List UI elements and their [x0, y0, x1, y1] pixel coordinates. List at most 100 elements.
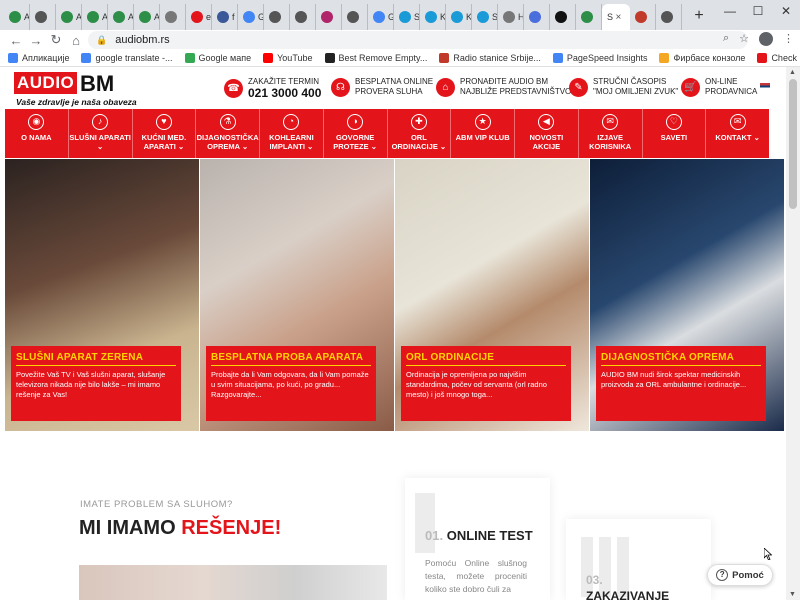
feature-tile[interactable]: DIJAGNOSTIČKA OPREMA AUDIO BM nudi širok …	[590, 159, 784, 431]
browser-tab[interactable]	[264, 4, 290, 30]
scheduling-card[interactable]: 03. ZAKAZIVANJE	[566, 519, 711, 600]
nav-icon: ◑	[347, 114, 364, 130]
nav-item[interactable]: ◀ NOVOSTI AKCIJE	[515, 109, 579, 158]
browser-tab[interactable]: Нов	[498, 4, 524, 30]
feature-tile[interactable]: BESPLATNA PROBA APARATA Probajte da li Va…	[200, 159, 394, 431]
feature-tiles: SLUŠNI APARAT ZERENA Povežite Vaš TV i Va…	[5, 159, 785, 431]
reload-button[interactable]: ↻	[46, 32, 66, 48]
help-button[interactable]: ? Pomoć	[707, 564, 773, 586]
bookmark-item[interactable]: Check Page Rank -...	[757, 53, 800, 63]
nav-item[interactable]: ★ ABM VIP KLUB	[451, 109, 515, 158]
browser-tab[interactable]: A	[134, 4, 160, 30]
nav-item[interactable]: ✉ IZJAVE KORISNIKA	[579, 109, 643, 158]
browser-tab[interactable]	[290, 4, 316, 30]
tab-favicon-icon	[399, 11, 411, 23]
tab-favicon-icon	[113, 11, 125, 23]
bookmark-label: Radio stanice Srbije...	[453, 53, 541, 63]
new-tab-button[interactable]: +	[688, 5, 710, 27]
nav-item[interactable]: ◑ GOVORNE PROTEZE ⌄	[324, 109, 388, 158]
header-contact-line1: BESPLATNA ONLINE	[355, 77, 434, 86]
menu-icon[interactable]: ⋮	[783, 32, 794, 46]
browser-tab[interactable]: G	[238, 4, 264, 30]
nav-label: KOHLEARNI IMPLANTI ⌄	[269, 133, 314, 151]
browser-tab[interactable]: S	[472, 4, 498, 30]
nav-item[interactable]: ♥ KUĆNI MED. APARATI ⌄	[133, 109, 197, 158]
browser-tab[interactable]: A	[56, 4, 82, 30]
nav-item[interactable]: ♡ SAVETI	[643, 109, 707, 158]
header-contact-icon: ☎	[224, 79, 243, 98]
tab-favicon-icon	[477, 11, 489, 23]
browser-tab[interactable]	[576, 4, 602, 30]
maximize-button[interactable]: ☐	[744, 0, 772, 22]
tab-close-icon[interactable]: ×	[616, 12, 622, 23]
home-button[interactable]: ⌂	[66, 33, 86, 48]
nav-label: GOVORNE PROTEZE ⌄	[333, 133, 378, 151]
header-contact-item[interactable]: 🛒 ON-LINE PRODAVNICA	[681, 77, 757, 97]
header-contact-item[interactable]: ☊ BESPLATNA ONLINE PROVERA SLUHA	[331, 77, 433, 97]
active-browser-tab[interactable]: S ×	[602, 4, 630, 30]
tile-caption: ORL ORDINACIJE Ordinacija je opremljena p…	[401, 346, 571, 421]
header-contact-icon: ⌂	[436, 77, 455, 97]
nav-item[interactable]: ◔ KOHLEARNI IMPLANTI ⌄	[260, 109, 324, 158]
browser-tab[interactable]: K	[420, 4, 446, 30]
browser-tab[interactable]	[550, 4, 576, 30]
bookmark-item[interactable]: PageSpeed Insights	[552, 53, 647, 63]
nav-icon: ◀	[538, 114, 555, 130]
browser-tab[interactable]	[524, 4, 550, 30]
browser-tab[interactable]	[160, 4, 186, 30]
address-bar[interactable]: 🔒 audiobm.rs	[88, 31, 748, 49]
tab-label: f	[232, 12, 235, 22]
nav-icon: ⚗	[219, 114, 236, 130]
bookmark-item[interactable]: Фирбасе конзоле	[659, 53, 745, 63]
bookmark-item[interactable]: Google мапе	[184, 53, 251, 63]
browser-tab[interactable]	[630, 4, 656, 30]
browser-tab[interactable]: A	[82, 4, 108, 30]
browser-tab[interactable]	[30, 4, 56, 30]
help-label: Pomoć	[732, 569, 764, 581]
online-test-card[interactable]: 01. ONLINE TEST Pomoću Online slušnog te…	[405, 478, 550, 600]
bookmark-item[interactable]: google translate -...	[81, 53, 173, 63]
tab-favicon-icon	[217, 11, 229, 23]
browser-tab[interactable]: K	[446, 4, 472, 30]
nav-item[interactable]: ♪ SLUŠNI APARATI ⌄	[69, 109, 133, 158]
browser-tab[interactable]	[656, 4, 682, 30]
feature-tile[interactable]: ORL ORDINACIJE Ordinacija je opremljena p…	[395, 159, 589, 431]
browser-tab[interactable]: f	[212, 4, 238, 30]
header-contact-item[interactable]: ✎ STRUČNI ČASOPIS "MOJ OMILJENI ZVUK"	[569, 77, 678, 97]
bookmark-item[interactable]: YouTube	[263, 53, 313, 63]
nav-icon: ♥	[155, 114, 172, 130]
header-contact-item[interactable]: ⌂ PRONAĐITE AUDIO BM NAJBLIŽE PREDSTAVNIŠT…	[436, 77, 571, 97]
tile-caption: BESPLATNA PROBA APARATA Probajte da li Va…	[206, 346, 376, 421]
scroll-up-icon[interactable]: ▲	[789, 69, 796, 76]
browser-tab[interactable]	[316, 4, 342, 30]
nav-icon: ✚	[410, 114, 427, 130]
bookmark-star-icon[interactable]: ☆	[739, 32, 749, 46]
minimize-button[interactable]: —	[716, 0, 744, 22]
scroll-thumb[interactable]	[789, 79, 797, 209]
feature-tile[interactable]: SLUŠNI APARAT ZERENA Povežite Vaš TV i Va…	[5, 159, 199, 431]
bookmark-item[interactable]: Апликације	[8, 53, 69, 63]
browser-tab[interactable]: A	[4, 4, 30, 30]
forward-button[interactable]: →	[26, 33, 46, 48]
browser-tab[interactable]: G	[368, 4, 394, 30]
nav-item[interactable]: ◉ O NAMA	[5, 109, 69, 158]
header-contact-item[interactable]: ☎ ZAKAŽITE TERMIN 021 3000 400	[224, 77, 321, 100]
browser-tab[interactable]: e	[186, 4, 212, 30]
nav-item[interactable]: ✚ ORL ORDINACIJE ⌄	[388, 109, 452, 158]
bookmark-item[interactable]: Radio stanice Srbije...	[439, 53, 541, 63]
bookmark-item[interactable]: Best Remove Empty...	[324, 53, 427, 63]
close-window-button[interactable]: ✕	[772, 0, 800, 22]
bookmark-favicon-icon	[184, 53, 195, 63]
page-scrollbar[interactable]: ▲ ▼	[786, 67, 800, 600]
browser-tab[interactable]: A	[108, 4, 134, 30]
zoom-icon[interactable]: ⌕	[723, 32, 729, 46]
browser-tab[interactable]	[342, 4, 368, 30]
site-logo[interactable]: AUDIO BM Vaše zdravlje je naša obaveza	[14, 71, 137, 108]
profile-avatar[interactable]	[759, 32, 773, 46]
nav-item[interactable]: ✉ KONTAKT ⌄	[706, 109, 769, 158]
language-flag-icon[interactable]	[760, 83, 770, 90]
nav-item[interactable]: ⚗ DIJAGNOSTIČKA OPREMA ⌄	[196, 109, 260, 158]
browser-tab[interactable]: S	[394, 4, 420, 30]
scroll-down-icon[interactable]: ▼	[789, 591, 796, 598]
back-button[interactable]: ←	[6, 33, 26, 48]
